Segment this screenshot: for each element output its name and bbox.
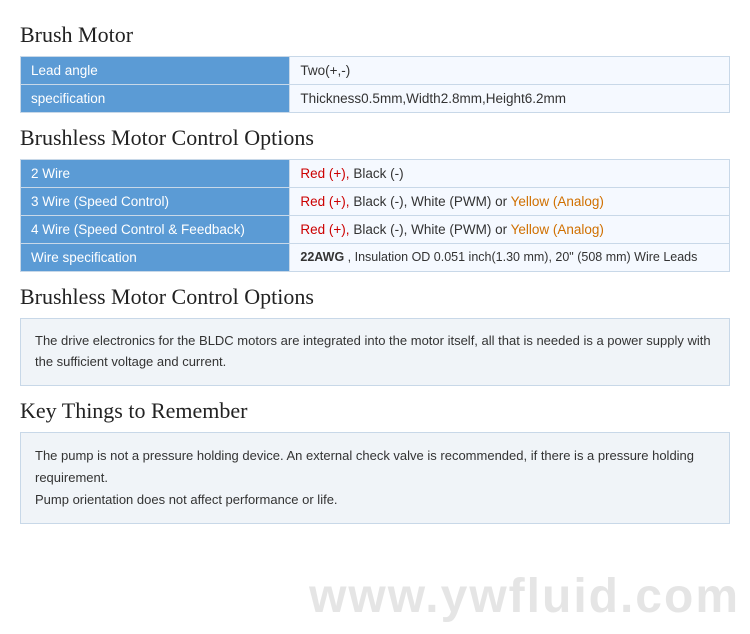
red-text: Red (+), [300,194,349,209]
specification-value: Thickness0.5mm,Width2.8mm,Height6.2mm [290,85,730,113]
brushless-description-title: Brushless Motor Control Options [20,284,730,310]
brushless-description-text: The drive electronics for the BLDC motor… [35,333,711,369]
black-text: Black (-), [353,194,407,209]
wire-detail-text: , Insulation OD 0.051 inch(1.30 mm), 20"… [348,250,698,264]
white-pwm-text: White (PWM) or [411,222,511,237]
key-things-box: The pump is not a pressure holding devic… [20,432,730,524]
table-row: Wire specification 22AWG , Insulation OD… [21,244,730,272]
red-text: Red (+), [300,166,349,181]
3wire-label: 3 Wire (Speed Control) [21,188,290,216]
awg-text: 22AWG [300,250,344,264]
brushless-options-title: Brushless Motor Control Options [20,125,730,151]
brushless-description-box: The drive electronics for the BLDC motor… [20,318,730,386]
key-things-line-1: The pump is not a pressure holding devic… [35,445,715,489]
wire-spec-value: 22AWG , Insulation OD 0.051 inch(1.30 mm… [290,244,730,272]
2wire-value: Red (+), Black (-) [290,160,730,188]
white-pwm-text: White (PWM) or [411,194,511,209]
wire-spec-label: Wire specification [21,244,290,272]
black-text: Black (-) [353,166,403,181]
table-row: specification Thickness0.5mm,Width2.8mm,… [21,85,730,113]
lead-angle-value: Two(+,-) [290,57,730,85]
brush-motor-title: Brush Motor [20,22,730,48]
4wire-value: Red (+), Black (-), White (PWM) or Yello… [290,216,730,244]
key-things-title: Key Things to Remember [20,398,730,424]
3wire-value: Red (+), Black (-), White (PWM) or Yello… [290,188,730,216]
4wire-label: 4 Wire (Speed Control & Feedback) [21,216,290,244]
brush-motor-table: Lead angle Two(+,-) specification Thickn… [20,56,730,113]
key-things-line-2: Pump orientation does not affect perform… [35,489,715,511]
specification-label: specification [21,85,290,113]
table-row: Lead angle Two(+,-) [21,57,730,85]
red-text: Red (+), [300,222,349,237]
2wire-label: 2 Wire [21,160,290,188]
table-row: 4 Wire (Speed Control & Feedback) Red (+… [21,216,730,244]
yellow-analog-text: Yellow (Analog) [511,222,604,237]
lead-angle-label: Lead angle [21,57,290,85]
black-text: Black (-), [353,222,407,237]
yellow-analog-text: Yellow (Analog) [511,194,604,209]
table-row: 3 Wire (Speed Control) Red (+), Black (-… [21,188,730,216]
brushless-options-table: 2 Wire Red (+), Black (-) 3 Wire (Speed … [20,159,730,272]
table-row: 2 Wire Red (+), Black (-) [21,160,730,188]
watermark: www.ywfluid.com [309,569,740,624]
